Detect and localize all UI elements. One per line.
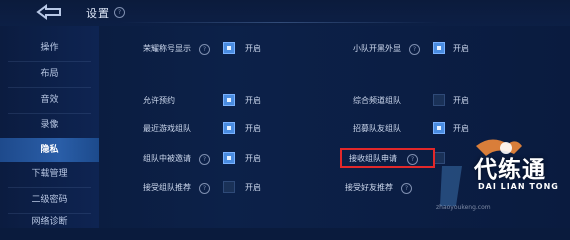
setting-glory-title: 荣耀称号显示 ? 开启 (143, 42, 273, 56)
on-label: 开启 (245, 96, 261, 105)
sidebar-item-network[interactable]: 网络诊断 (0, 210, 99, 228)
setting-squad-display: 小队开黑外显 ? 开启 (353, 42, 483, 56)
watermark: 代练通 DAI LIAN TONG zhaoyoukeng.com (436, 136, 570, 228)
sidebar-item-sound[interactable]: 音效 (0, 88, 99, 112)
setting-label: 荣耀称号显示 (143, 44, 191, 53)
help-icon[interactable]: ? (199, 183, 210, 194)
back-arrow-icon (36, 4, 61, 20)
setting-label: 允许预约 (143, 96, 175, 105)
sidebar-item-operation[interactable]: 操作 (0, 36, 99, 60)
setting-label: 小队开黑外显 (353, 44, 401, 53)
highlight-box (340, 148, 435, 168)
setting-channel-team: 综合频道组队 开启 (353, 94, 483, 108)
toggle-checkbox[interactable] (223, 42, 235, 54)
setting-label: 综合频道组队 (353, 96, 401, 105)
setting-label: 接受组队推荐 (143, 183, 191, 192)
sidebar-item-secondary-password[interactable]: 二级密码 (0, 188, 99, 212)
watermark-url: zhaoyoukeng.com (436, 204, 491, 211)
help-icon[interactable]: ? (409, 44, 420, 55)
setting-label: 最近游戏组队 (143, 124, 191, 133)
divider (120, 22, 440, 23)
watermark-text: 代练通 (474, 157, 546, 183)
setting-accept-friend-recommendation: 接受好友推荐 ? (345, 181, 435, 195)
back-button[interactable] (34, 3, 64, 21)
toggle-checkbox[interactable] (223, 94, 235, 106)
setting-label: 招募队友组队 (353, 124, 401, 133)
help-icon[interactable]: ? (401, 183, 412, 194)
top-bar: 设置 ? (0, 0, 570, 26)
watermark-subtext: DAI LIAN TONG (478, 182, 559, 191)
sidebar-item-recording[interactable]: 录像 (0, 113, 99, 137)
toggle-checkbox[interactable] (433, 94, 445, 106)
sidebar-item-privacy[interactable]: 隐私 (0, 138, 99, 162)
on-label: 开启 (245, 44, 261, 53)
help-icon[interactable]: ? (199, 154, 210, 165)
setting-recent-game-team: 最近游戏组队 开启 (143, 122, 273, 136)
page-title: 设置 (86, 7, 110, 20)
settings-screen: 设置 ? 操作 布局 音效 录像 隐私 下载管理 二级密码 网络诊断 荣耀称号显… (0, 0, 570, 228)
setting-label: 接受好友推荐 (345, 183, 393, 192)
on-label: 开启 (453, 124, 469, 133)
toggle-checkbox[interactable] (223, 122, 235, 134)
toggle-checkbox[interactable] (223, 181, 235, 193)
sidebar-item-download[interactable]: 下载管理 (0, 162, 99, 186)
on-label: 开启 (245, 183, 261, 192)
on-label: 开启 (245, 154, 261, 163)
help-icon[interactable]: ? (114, 7, 125, 18)
on-label: 开启 (453, 96, 469, 105)
sidebar: 操作 布局 音效 录像 隐私 下载管理 二级密码 网络诊断 (0, 26, 99, 228)
setting-allow-reservation: 允许预约 开启 (143, 94, 273, 108)
toggle-checkbox[interactable] (433, 122, 445, 134)
toggle-checkbox[interactable] (223, 152, 235, 164)
setting-label: 组队中被邀请 (143, 154, 191, 163)
setting-recruit-team: 招募队友组队 开启 (353, 122, 483, 136)
setting-invited-in-team: 组队中被邀请 ? 开启 (143, 152, 273, 166)
toggle-checkbox[interactable] (433, 42, 445, 54)
on-label: 开启 (245, 124, 261, 133)
setting-accept-team-recommendation: 接受组队推荐 ? 开启 (143, 181, 273, 195)
sidebar-item-layout[interactable]: 布局 (0, 62, 99, 86)
help-icon[interactable]: ? (199, 44, 210, 55)
on-label: 开启 (453, 44, 469, 53)
